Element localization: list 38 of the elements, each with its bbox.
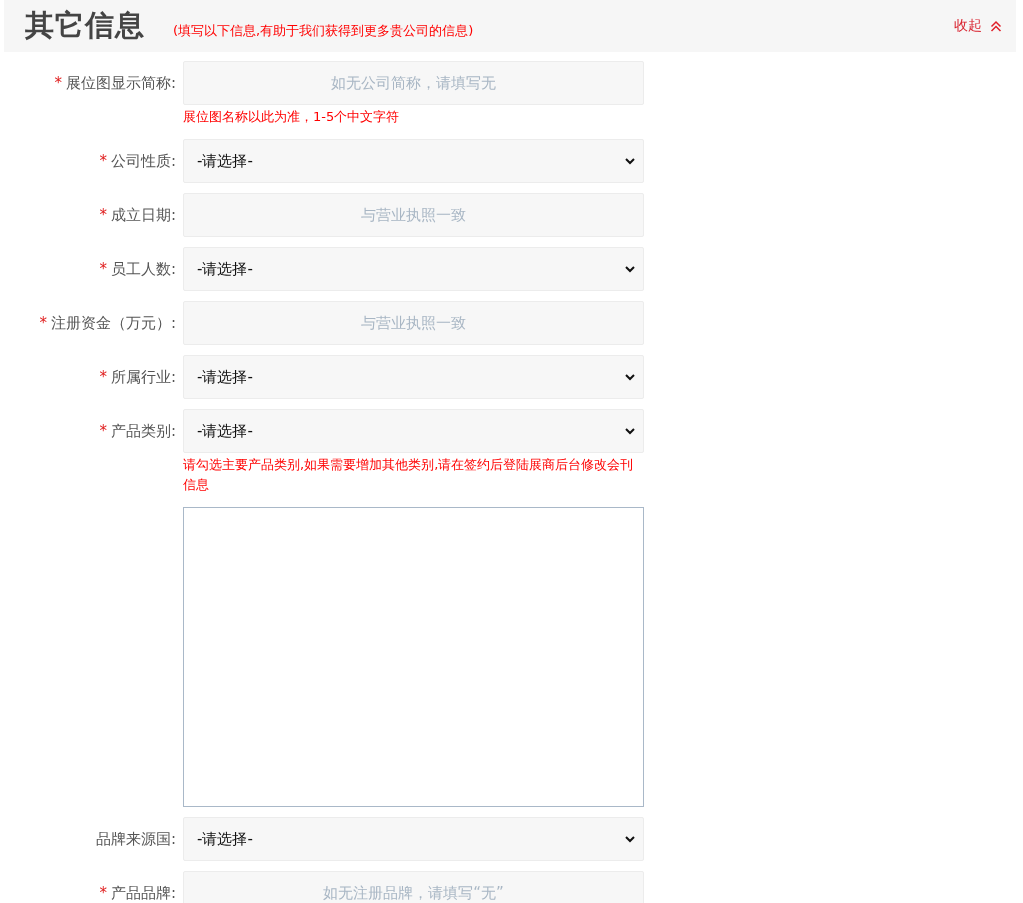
field-label: 员工人数:	[110, 259, 176, 278]
required-asterisk: *	[99, 883, 107, 902]
field-label: 注册资金（万元）:	[50, 313, 176, 332]
field-label: 展位图显示简称:	[65, 73, 176, 92]
hint-text: 请勾选主要产品类别,如果需要增加其他类别,请在签约后登陆展商后台修改会刊信息	[183, 456, 635, 494]
chevron-down-icon	[625, 835, 635, 843]
collapse-button[interactable]: 收起	[954, 17, 1002, 35]
required-asterisk: *	[54, 73, 62, 92]
field-label: 所属行业:	[110, 367, 176, 386]
chevron-down-icon	[625, 373, 635, 381]
section-subtitle: (填写以下信息,有助于我们获得到更多贵公司的信息)	[173, 22, 474, 40]
required-asterisk: *	[99, 151, 107, 170]
select-field[interactable]: -请选择-	[183, 409, 644, 453]
text-area[interactable]	[183, 507, 644, 807]
required-asterisk: *	[99, 421, 107, 440]
field-label: 品牌来源国:	[95, 829, 176, 848]
field-label: 成立日期:	[110, 205, 176, 224]
section-title: 其它信息	[25, 7, 145, 44]
required-asterisk: *	[39, 313, 47, 332]
text-field[interactable]: 与营业执照一致	[183, 301, 644, 345]
required-asterisk: *	[99, 205, 107, 224]
select-field[interactable]: -请选择-	[183, 355, 644, 399]
required-asterisk: *	[99, 259, 107, 278]
field-label: 产品类别:	[110, 421, 176, 440]
select-field[interactable]: -请选择-	[183, 139, 644, 183]
text-field[interactable]: 与营业执照一致	[183, 193, 644, 237]
chevron-down-icon	[625, 265, 635, 273]
text-field[interactable]: 如无公司简称，请填写无	[183, 61, 644, 105]
text-field[interactable]: 如无注册品牌，请填写“无”	[183, 871, 644, 903]
hint-text: 展位图名称以此为准，1-5个中文字符	[183, 108, 401, 126]
field-label: 公司性质:	[110, 151, 176, 170]
chevron-down-icon	[625, 427, 635, 435]
double-chevron-up-icon	[990, 20, 1002, 32]
field-label: 产品品牌:	[110, 883, 176, 902]
select-field[interactable]: -请选择-	[183, 817, 644, 861]
chevron-down-icon	[625, 157, 635, 165]
required-asterisk: *	[99, 367, 107, 386]
select-field[interactable]: -请选择-	[183, 247, 644, 291]
